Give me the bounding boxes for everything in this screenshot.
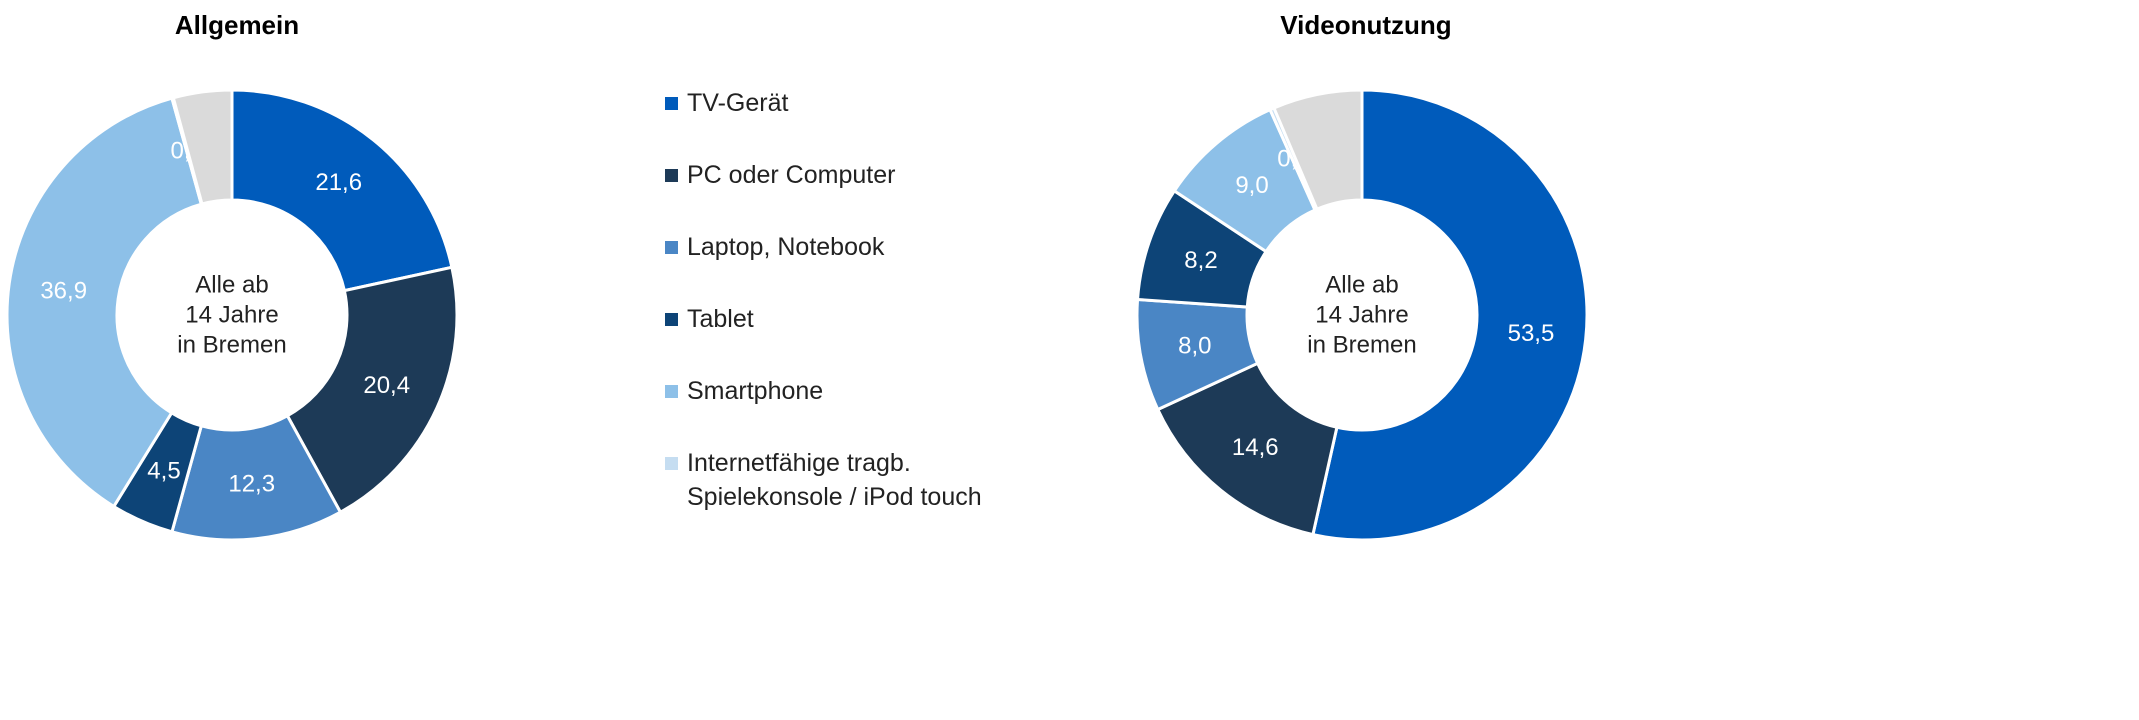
legend-label-line-0-0: TV-Gerät [687,89,789,117]
chart-canvas: 21,620,412,34,536,90,1Alle ab14 Jahrein … [5,88,1589,542]
legend-label-4: Smartphone [687,374,823,408]
legend-label-1: PC oder Computer [687,158,895,192]
legend-label-line-5-1: Spielekonsole / iPod touch [687,483,982,511]
center-label-videonutzung-1: 14 Jahre [1315,302,1408,329]
legend-swatch-1 [665,169,678,182]
legend-swatch-0 [665,97,678,110]
data-label-videonutzung-1: 14,6 [1232,434,1279,461]
donut-allgemein: 21,620,412,34,536,90,1Alle ab14 Jahrein … [5,88,459,542]
center-label-allgemein-1: 14 Jahre [185,302,278,329]
legend-label-3: Tablet [687,302,754,336]
legend-swatch-5 [665,457,678,470]
legend-label-line-2-0: Laptop, Notebook [687,233,885,261]
chart-title-videonutzung: Videonutzung [1280,10,1452,40]
center-label-videonutzung-0: Alle ab [1325,272,1398,299]
chart-title-allgemein: Allgemein [174,10,300,40]
data-label-allgemein-1: 20,4 [363,372,410,399]
data-label-allgemein-2: 12,3 [228,470,275,497]
legend-label-5: Internetfähige tragb. Spielekonsole / iPo… [687,446,982,514]
data-label-videonutzung-0: 53,5 [1508,320,1555,347]
data-label-videonutzung-4: 9,0 [1235,172,1268,199]
data-label-allgemein-3: 4,5 [147,457,180,484]
data-label-allgemein-4: 36,9 [40,278,87,305]
legend-label-line-1-0: PC oder Computer [687,161,896,189]
center-label-videonutzung-2: in Bremen [1307,332,1416,359]
legend-swatch-3 [665,313,678,326]
legend-label-line-5-0: Internetfähige tragb. [687,449,911,477]
center-label-allgemein-2: in Bremen [177,332,286,359]
data-label-videonutzung-3: 8,2 [1184,247,1217,274]
legend-swatch-2 [665,241,678,254]
legend-label-line-4-0: Smartphone [687,377,824,405]
center-label-allgemein-0: Alle ab [195,272,268,299]
legend-label-0: TV-Gerät [687,86,788,120]
legend-label-line-3-0: Tablet [687,305,754,333]
legend-label-2: Laptop, Notebook [687,230,884,264]
data-label-videonutzung-2: 8,0 [1178,332,1211,359]
donut-videonutzung: 53,514,68,08,29,00,3Alle ab14 Jahrein Br… [1135,88,1589,542]
data-label-allgemein-0: 21,6 [315,169,362,196]
legend-swatch-4 [665,385,678,398]
